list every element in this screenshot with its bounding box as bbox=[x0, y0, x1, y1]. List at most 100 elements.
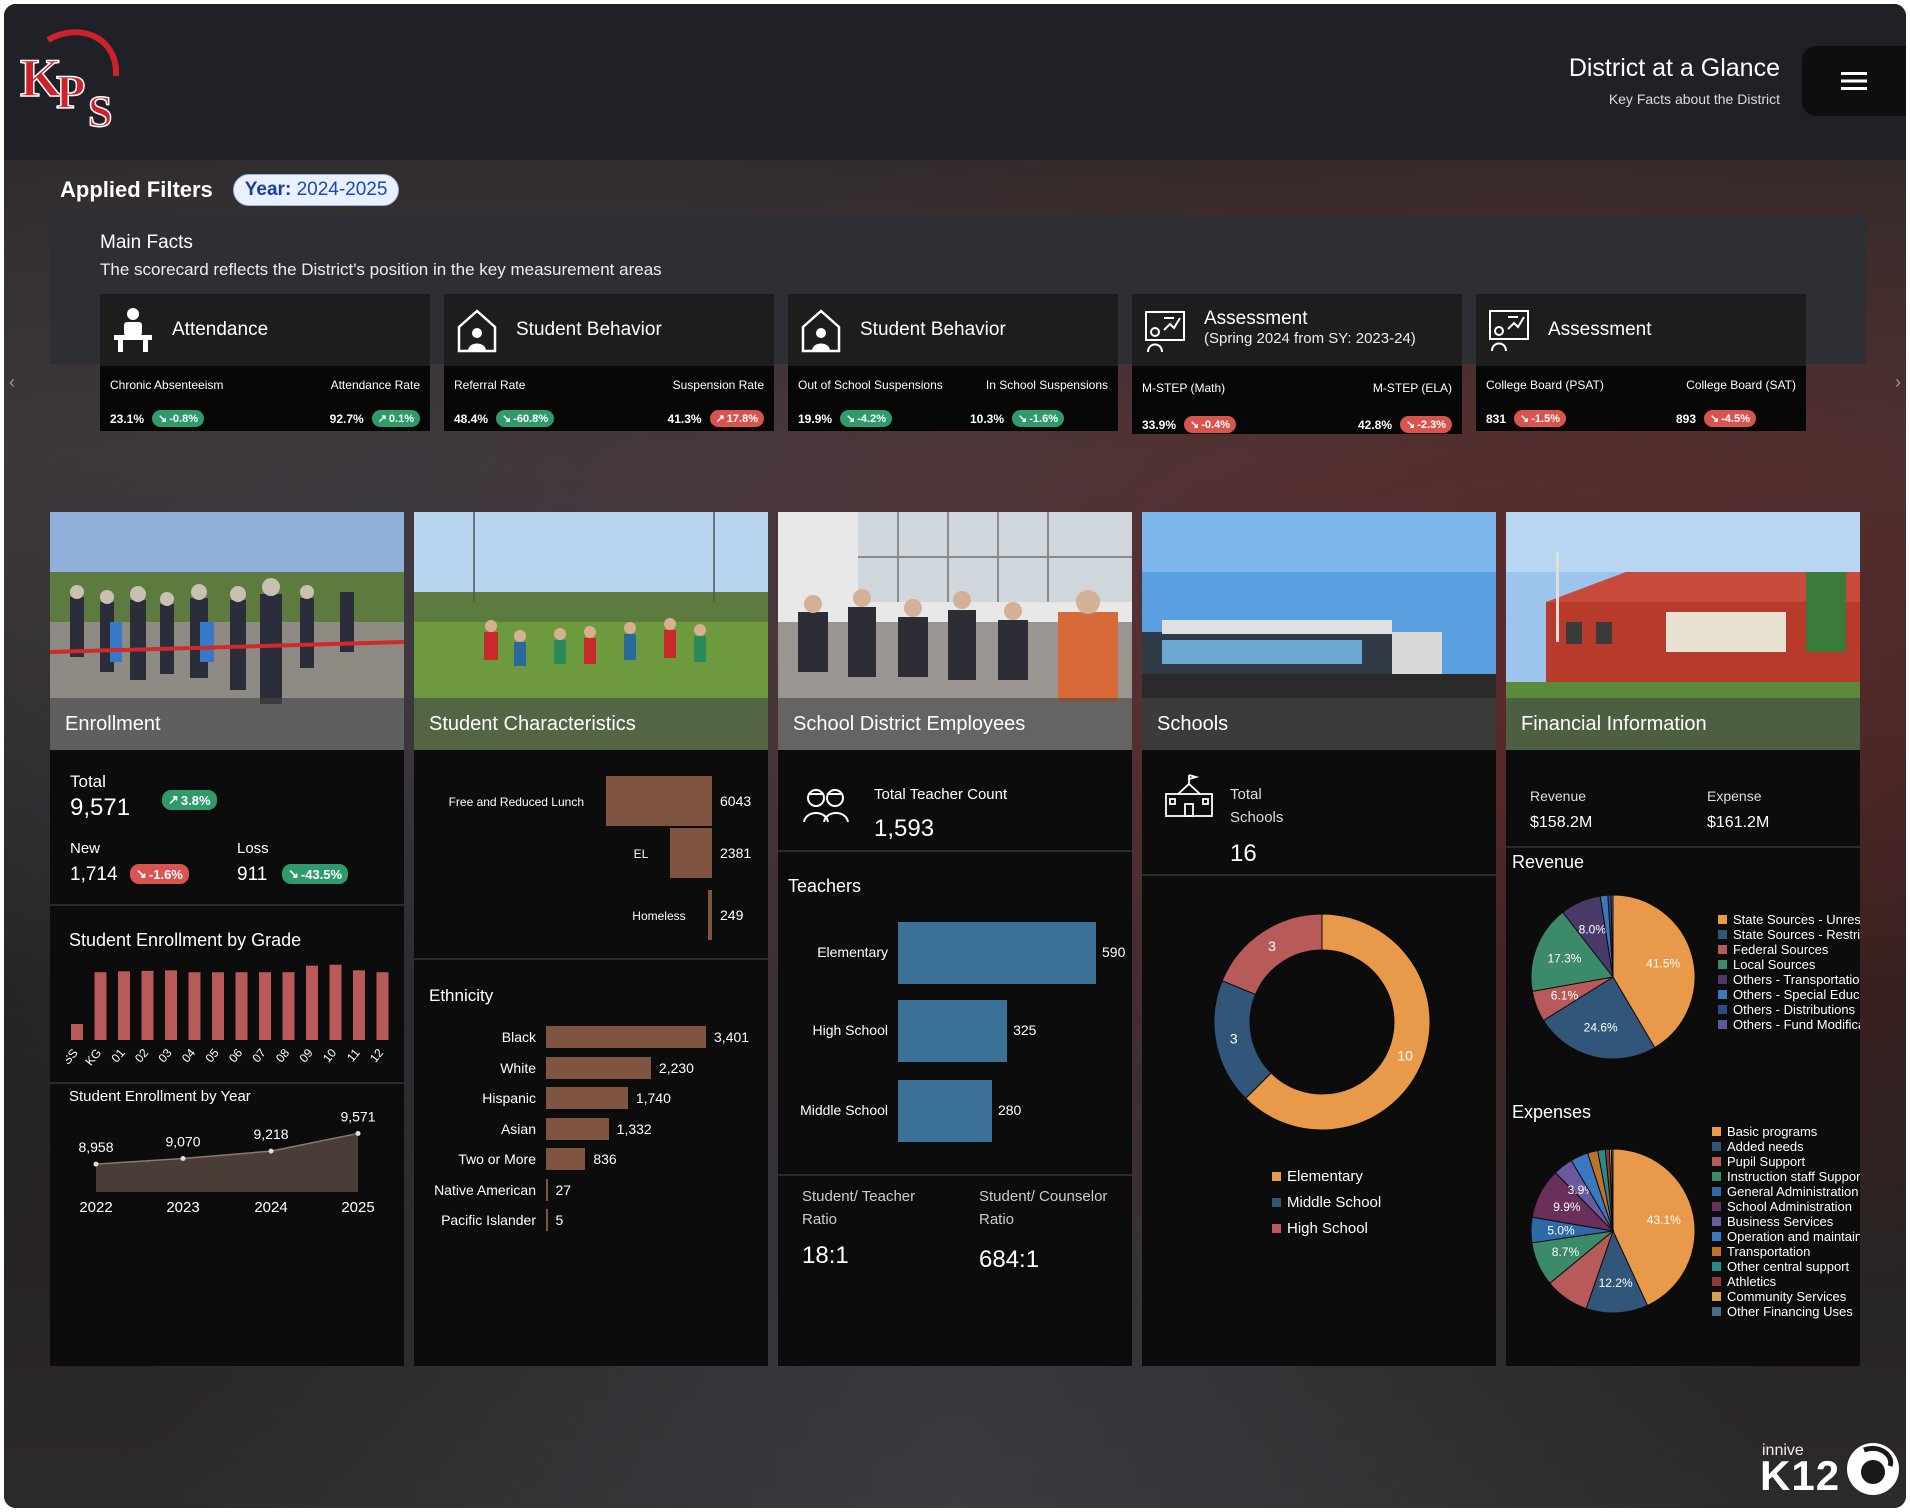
financial-card[interactable]: Financial Information Revenue $158.2M Ex… bbox=[1506, 512, 1860, 1366]
employees-caption: School District Employees bbox=[778, 698, 1132, 750]
svg-text:S: S bbox=[88, 87, 112, 134]
grade-enrollment-chart[interactable]: YSS KG 01 02 03 04 05 06 07 08 09 10 11 12 bbox=[66, 958, 396, 1070]
trend-down-icon: ↘ bbox=[502, 413, 512, 425]
pie-slice[interactable] bbox=[1213, 980, 1272, 1100]
kpi-delta-text: -4.5% bbox=[1721, 412, 1750, 425]
grade-bar-08[interactable] bbox=[282, 972, 295, 1040]
ethnicity-title: Ethnicity bbox=[429, 986, 494, 1005]
characteristic-bar[interactable] bbox=[606, 776, 712, 826]
characteristic-bar[interactable] bbox=[707, 890, 712, 940]
kpi-card-4[interactable]: Assessment College Board (PSAT) College Bo… bbox=[1476, 294, 1806, 431]
brand-big-text: K12 bbox=[1760, 1452, 1841, 1499]
dashboard-frame: K P S District at a Glance Key Facts abo… bbox=[4, 4, 1906, 1508]
grade-bar-09[interactable] bbox=[306, 965, 318, 1040]
schools-card[interactable]: Schools Total Schools 16 10 3 3 Elementary M… bbox=[1142, 512, 1496, 1366]
header: K P S District at a Glance Key Facts abo… bbox=[4, 4, 1906, 160]
legend-label: Others - Transportation bbox=[1733, 972, 1860, 987]
st-ratio-value: 18:1 bbox=[802, 1242, 849, 1269]
ethnicity-value: 836 bbox=[593, 1151, 617, 1167]
chip-value: 2024-2025 bbox=[296, 179, 388, 200]
teacher-bar[interactable] bbox=[898, 1080, 992, 1142]
grade-tick-label: 01 bbox=[108, 1046, 128, 1065]
teacher-bar[interactable] bbox=[898, 922, 1096, 984]
grade-bar-01[interactable] bbox=[118, 971, 130, 1040]
pie-slice-label: 10 bbox=[1397, 1047, 1413, 1063]
ethnicity-label: Asian bbox=[500, 1120, 536, 1137]
kpi-title-block: Assessment bbox=[1548, 319, 1651, 341]
legend-label: General Administration bbox=[1727, 1184, 1859, 1199]
teacher-bar[interactable] bbox=[898, 1000, 1008, 1062]
pie-slice[interactable] bbox=[1221, 913, 1323, 996]
trend-up-icon: ↗ bbox=[715, 413, 725, 425]
grade-bar-06[interactable] bbox=[235, 972, 248, 1040]
teacher-category-label: Middle School bbox=[800, 1102, 888, 1118]
characteristic-value: 2381 bbox=[720, 845, 752, 861]
total-label: Total bbox=[70, 772, 106, 791]
page-title: District at a Glance bbox=[1568, 54, 1780, 82]
kpi-metric-value: 19.9% bbox=[798, 411, 833, 426]
st-ratio-label-line2: Ratio bbox=[802, 1211, 838, 1228]
kpi-card-1[interactable]: Student Behavior Referral Rate Suspension … bbox=[444, 294, 774, 431]
employees-card[interactable]: School District Employees Total Teacher … bbox=[778, 512, 1132, 1366]
kpi-metric-label: College Board (PSAT) bbox=[1486, 378, 1604, 392]
ethnicity-bar[interactable] bbox=[546, 1026, 706, 1048]
hamburger-menu-button[interactable] bbox=[1802, 46, 1906, 116]
year-point[interactable] bbox=[93, 1161, 99, 1167]
ethnicity-bar[interactable] bbox=[546, 1178, 548, 1201]
trend-down-icon: ↘ bbox=[158, 413, 168, 425]
year-point[interactable] bbox=[268, 1148, 274, 1154]
student-characteristics-card[interactable]: Student Characteristics Free and Reduced… bbox=[414, 512, 768, 1366]
legend-swatch bbox=[1712, 1307, 1721, 1316]
characteristic-value: 249 bbox=[720, 907, 744, 923]
enrollment-card[interactable]: Enrollment Total 9,571 ↗ 3.8% New 1,714 … bbox=[50, 512, 404, 1366]
carousel-prev-icon[interactable]: ‹ bbox=[9, 372, 15, 393]
revenue-legend-item: Others - Transportation bbox=[1718, 972, 1860, 987]
financial-photo: Financial Information bbox=[1506, 512, 1860, 750]
menu-icon bbox=[1841, 72, 1867, 90]
kpi-card-2[interactable]: Student Behavior Out of School Suspension… bbox=[788, 294, 1118, 431]
grade-bar-KG[interactable] bbox=[94, 972, 107, 1040]
characteristic-bar[interactable] bbox=[670, 828, 712, 878]
year-point[interactable] bbox=[180, 1156, 186, 1161]
schools-donut-chart[interactable]: 10 3 3 bbox=[1192, 892, 1452, 1152]
pie-slice-label: 8.7% bbox=[1552, 1245, 1580, 1259]
grade-bar-05[interactable] bbox=[212, 972, 224, 1040]
ethnicity-bar[interactable] bbox=[546, 1209, 548, 1231]
new-delta-text: -1.6% bbox=[148, 866, 183, 882]
carousel-next-icon[interactable]: › bbox=[1895, 372, 1901, 393]
ethnicity-bar[interactable] bbox=[546, 1148, 586, 1170]
grade-bar-04[interactable] bbox=[188, 972, 201, 1040]
kpi-delta-badge: ↗ 17.8% bbox=[709, 410, 764, 427]
grade-bar-03[interactable] bbox=[165, 970, 177, 1040]
kpi-card-3[interactable]: Assessment (Spring 2024 from SY: 2023-24)… bbox=[1132, 294, 1462, 434]
kpi-card-0[interactable]: Attendance Chronic Absenteeism Attendance … bbox=[100, 294, 430, 431]
trend-up-icon: ↗ bbox=[377, 413, 387, 425]
ethnicity-value: 1,740 bbox=[635, 1090, 671, 1106]
grade-bar-12[interactable] bbox=[376, 972, 389, 1040]
sc-ratio-label-line1: Student/ Counselor bbox=[979, 1188, 1108, 1205]
grade-bar-02[interactable] bbox=[141, 970, 154, 1040]
grade-bar-YSS[interactable] bbox=[71, 1024, 83, 1040]
grade-bar-10[interactable] bbox=[329, 964, 342, 1040]
teacher-category-label: Elementary bbox=[817, 944, 888, 960]
year-enrollment-chart[interactable]: 8,958 2022 9,070 2023 9,218 2024 9,571 2025 bbox=[50, 1108, 404, 1218]
year-tick-label: 2023 bbox=[166, 1199, 199, 1216]
expenses-pie-chart[interactable]: 43.1%12.2%8.7%5.0%9.9%3.9% bbox=[1528, 1146, 1698, 1316]
kpi-delta-badge: ↘ -60.8% bbox=[496, 410, 555, 427]
year-filter-chip[interactable]: Year: 2024-2025 bbox=[232, 174, 400, 206]
teacher-value: 280 bbox=[997, 1102, 1022, 1118]
ethnicity-bar[interactable] bbox=[546, 1056, 651, 1079]
legend-swatch bbox=[1712, 1262, 1721, 1271]
ethnicity-bar[interactable] bbox=[546, 1117, 609, 1140]
legend-swatch bbox=[1272, 1172, 1281, 1181]
kpi-delta-text: -1.6% bbox=[1029, 412, 1058, 425]
revenue-pie-chart[interactable]: 41.5% 24.6% 6.1% 17.3% 8.0% bbox=[1528, 892, 1698, 1062]
ethnicity-bar[interactable] bbox=[546, 1087, 628, 1109]
year-point[interactable] bbox=[355, 1130, 361, 1136]
teachers-icon bbox=[803, 789, 849, 823]
grade-bar-07[interactable] bbox=[259, 972, 271, 1040]
kps-logo[interactable]: K P S bbox=[18, 26, 128, 137]
loss-label: Loss bbox=[237, 840, 269, 857]
grade-bar-11[interactable] bbox=[353, 970, 365, 1040]
kpi-delta-badge: ↘ -4.2% bbox=[840, 410, 892, 427]
